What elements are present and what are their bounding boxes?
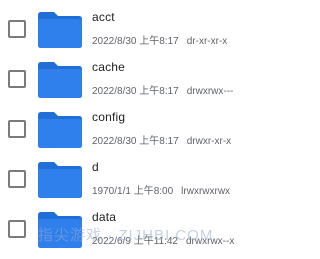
folder-icon — [38, 62, 82, 98]
file-permissions: drwxrwx--- — [186, 86, 234, 97]
file-name: cache — [92, 60, 126, 74]
file-list: acct 2022/8/30 上午8:17 dr-xr-xr-x cache 20… — [0, 0, 307, 259]
file-date: 2022/6/9 上午11:42 — [92, 236, 178, 247]
select-checkbox[interactable] — [8, 20, 26, 38]
file-date: 1970/1/1 上午8:00 — [92, 186, 174, 197]
file-meta: 2022/8/30 上午8:17 drwxrwx--- — [92, 82, 233, 97]
folder-icon — [38, 12, 82, 48]
list-item[interactable]: d 1970/1/1 上午8:00 lrwxrwxrwx — [0, 155, 307, 207]
list-item[interactable]: data 2022/6/9 上午11:42 drwxrwx--x — [0, 205, 307, 257]
file-name: config — [92, 110, 126, 124]
file-permissions: lrwxrwxrwx — [181, 186, 231, 197]
file-meta: 2022/6/9 上午11:42 drwxrwx--x — [92, 232, 234, 247]
folder-icon — [38, 162, 82, 198]
file-date: 2022/8/30 上午8:17 — [92, 86, 179, 97]
file-meta: 2022/8/30 上午8:17 dr-xr-xr-x — [92, 32, 227, 47]
folder-icon — [38, 112, 82, 148]
list-item[interactable]: config 2022/8/30 上午8:17 drwxr-xr-x — [0, 105, 307, 157]
select-checkbox[interactable] — [8, 220, 26, 238]
select-checkbox[interactable] — [8, 120, 26, 138]
file-permissions: drwxrwx--x — [186, 236, 235, 247]
list-item[interactable]: acct 2022/8/30 上午8:17 dr-xr-xr-x — [0, 5, 307, 57]
select-checkbox[interactable] — [8, 170, 26, 188]
select-checkbox[interactable] — [8, 70, 26, 88]
file-meta: 1970/1/1 上午8:00 lrwxrwxrwx — [92, 182, 230, 197]
file-date: 2022/8/30 上午8:17 — [92, 136, 179, 147]
file-date: 2022/8/30 上午8:17 — [92, 36, 179, 47]
file-name: d — [92, 160, 99, 174]
file-permissions: drwxr-xr-x — [186, 136, 232, 147]
folder-icon — [38, 212, 82, 248]
file-permissions: dr-xr-xr-x — [186, 36, 228, 47]
file-name: data — [92, 210, 117, 224]
file-name: acct — [92, 10, 115, 24]
list-item[interactable]: cache 2022/8/30 上午8:17 drwxrwx--- — [0, 55, 307, 107]
file-meta: 2022/8/30 上午8:17 drwxr-xr-x — [92, 132, 231, 147]
